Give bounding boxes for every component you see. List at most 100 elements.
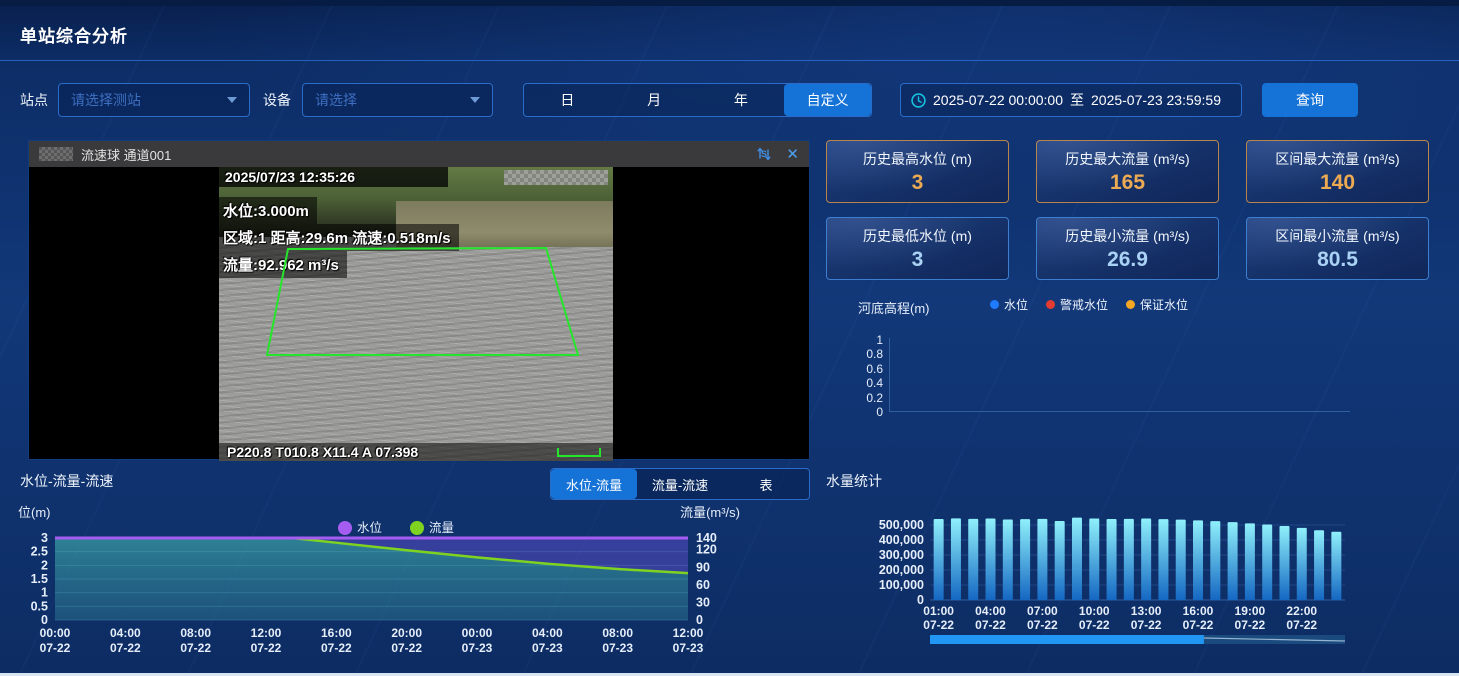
- volume-bar: [1089, 519, 1099, 600]
- close-icon[interactable]: ✕: [786, 147, 799, 162]
- stat-card: 历史最大流量 (m³/s)165: [1036, 140, 1219, 203]
- volume-bar: [1020, 519, 1030, 600]
- stat-card-label: 区间最小流量 (m³/s): [1247, 226, 1428, 246]
- legend-dot: [990, 300, 999, 309]
- video-panel: 流速球 通道001 S ✕ 2025/07/23 12:35:26 水位:3.0…: [28, 140, 810, 460]
- device-select[interactable]: 请选择: [302, 83, 493, 117]
- svg-text:08:0007-22: 08:0007-22: [180, 626, 211, 655]
- svg-text:流量(m³/s): 流量(m³/s): [680, 505, 740, 520]
- svg-text:12:0007-23: 12:0007-23: [673, 626, 704, 655]
- video-titlebar: 流速球 通道001 S ✕: [29, 141, 809, 167]
- volume-bar: [1331, 532, 1341, 600]
- stage-flow-tab-group: 水位-流量流量-流速表: [550, 468, 810, 500]
- date-range-separator: 至: [1070, 90, 1084, 110]
- period-tab-月[interactable]: 月: [611, 84, 698, 116]
- device-select-placeholder: 请选择: [315, 90, 462, 110]
- svg-text:120: 120: [696, 543, 717, 557]
- stream-switch-icon[interactable]: S: [756, 146, 772, 162]
- svg-text:04:0007-23: 04:0007-23: [532, 626, 563, 655]
- svg-text:1.5: 1.5: [31, 572, 48, 586]
- stat-card-label: 历史最大流量 (m³/s): [1037, 149, 1218, 169]
- volume-bar: [934, 519, 944, 600]
- legend-dot-stage[interactable]: [338, 521, 352, 535]
- svg-text:60: 60: [696, 578, 710, 592]
- period-tab-日[interactable]: 日: [524, 84, 611, 116]
- svg-text:200,000: 200,000: [879, 563, 924, 577]
- osd-scale-bar: [557, 448, 601, 457]
- query-button[interactable]: 查询: [1262, 83, 1358, 117]
- volume-bar: [1193, 520, 1203, 600]
- stage-flow-tab-表[interactable]: 表: [723, 469, 809, 499]
- riverbed-y-tick: 1: [845, 333, 883, 347]
- single-station-analysis-page: 单站综合分析 站点 请选择测站 设备 请选择 日月年自定义 2025-07-22…: [0, 0, 1459, 676]
- svg-text:04:0007-22: 04:0007-22: [975, 604, 1006, 632]
- stat-card-value: 165: [1037, 171, 1218, 195]
- svg-text:19:0007-22: 19:0007-22: [1235, 604, 1266, 632]
- date-range-end: 2025-07-23 23:59:59: [1091, 92, 1221, 108]
- svg-text:位(m): 位(m): [18, 505, 51, 520]
- svg-text:0: 0: [696, 613, 703, 627]
- legend-item-警戒水位[interactable]: 警戒水位: [1046, 296, 1108, 313]
- svg-text:16:0007-22: 16:0007-22: [321, 626, 352, 655]
- svg-text:0.5: 0.5: [31, 599, 48, 613]
- svg-text:07:0007-22: 07:0007-22: [1027, 604, 1058, 632]
- svg-text:12:0007-22: 12:0007-22: [251, 626, 282, 655]
- legend-label: 保证水位: [1140, 296, 1188, 313]
- svg-text:300,000: 300,000: [879, 548, 924, 562]
- stat-card-value: 80.5: [1247, 248, 1428, 272]
- svg-text:100,000: 100,000: [879, 578, 924, 592]
- stat-card-label: 区间最大流量 (m³/s): [1247, 149, 1428, 169]
- datazoom-filled[interactable]: [930, 635, 1204, 644]
- svg-text:2: 2: [41, 558, 48, 572]
- date-range-picker[interactable]: 2025-07-22 00:00:00 至 2025-07-23 23:59:5…: [900, 83, 1242, 117]
- stat-card: 历史最低水位 (m)3: [826, 217, 1009, 280]
- svg-text:01:0007-22: 01:0007-22: [923, 604, 954, 632]
- stat-card-value: 26.9: [1037, 248, 1218, 272]
- volume-bar: [1176, 520, 1186, 600]
- riverbed-chart-legend: 水位 警戒水位 保证水位: [990, 296, 1188, 313]
- station-select[interactable]: 请选择测站: [58, 83, 250, 117]
- chevron-down-icon: [470, 97, 480, 103]
- legend-label: 水位: [1004, 296, 1028, 313]
- volume-bar: [968, 519, 978, 600]
- volume-bar: [1314, 530, 1324, 600]
- period-tab-自定义[interactable]: 自定义: [784, 84, 871, 116]
- stat-card: 区间最小流量 (m³/s)80.5: [1246, 217, 1429, 280]
- station-label: 站点: [20, 90, 48, 110]
- stat-card-value: 140: [1247, 171, 1428, 195]
- svg-text:00:0007-23: 00:0007-23: [462, 626, 493, 655]
- svg-text:500,000: 500,000: [879, 518, 924, 532]
- volume-bar: [1072, 518, 1082, 600]
- clock-icon: [911, 93, 926, 108]
- svg-text:16:0007-22: 16:0007-22: [1183, 604, 1214, 632]
- svg-text:08:0007-23: 08:0007-23: [602, 626, 633, 655]
- period-tab-年[interactable]: 年: [698, 84, 785, 116]
- stage-flow-tab-水位-流量[interactable]: 水位-流量: [551, 469, 637, 499]
- svg-text:10:0007-22: 10:0007-22: [1079, 604, 1110, 632]
- stat-card-label: 历史最高水位 (m): [827, 149, 1008, 169]
- stat-card-value: 3: [827, 171, 1008, 195]
- legend-item-水位[interactable]: 水位: [990, 296, 1028, 313]
- measurement-region-outline: [219, 167, 613, 461]
- riverbed-chart-title: 河底高程(m): [858, 298, 930, 317]
- legend-item-保证水位[interactable]: 保证水位: [1126, 296, 1188, 313]
- stage-flow-tab-流量-流速[interactable]: 流量-流速: [637, 469, 723, 499]
- redacted-station-name: [39, 147, 73, 161]
- riverbed-y-tick: 0.6: [845, 362, 883, 376]
- svg-text:2.5: 2.5: [31, 545, 48, 559]
- volume-bar: [1158, 519, 1168, 600]
- svg-text:90: 90: [696, 560, 710, 574]
- stage-flow-chart: 位(m)流量(m³/s)32.521.510.50140120906030000…: [0, 503, 745, 676]
- svg-text:流量: 流量: [429, 521, 454, 535]
- volume-bar: [1279, 526, 1289, 600]
- stat-card: 历史最高水位 (m)3: [826, 140, 1009, 203]
- stage-flow-chart-svg: 位(m)流量(m³/s)32.521.510.50140120906030000…: [0, 503, 745, 676]
- top-strip: [0, 0, 1459, 6]
- svg-text:20:0007-22: 20:0007-22: [391, 626, 422, 655]
- riverbed-x-axis: [889, 411, 1350, 412]
- volume-bar: [1245, 523, 1255, 600]
- stat-card: 历史最小流量 (m³/s)26.9: [1036, 217, 1219, 280]
- volume-section-title: 水量统计: [826, 471, 882, 491]
- legend-dot-flow[interactable]: [410, 521, 424, 535]
- riverbed-y-tick: 0.8: [845, 347, 883, 361]
